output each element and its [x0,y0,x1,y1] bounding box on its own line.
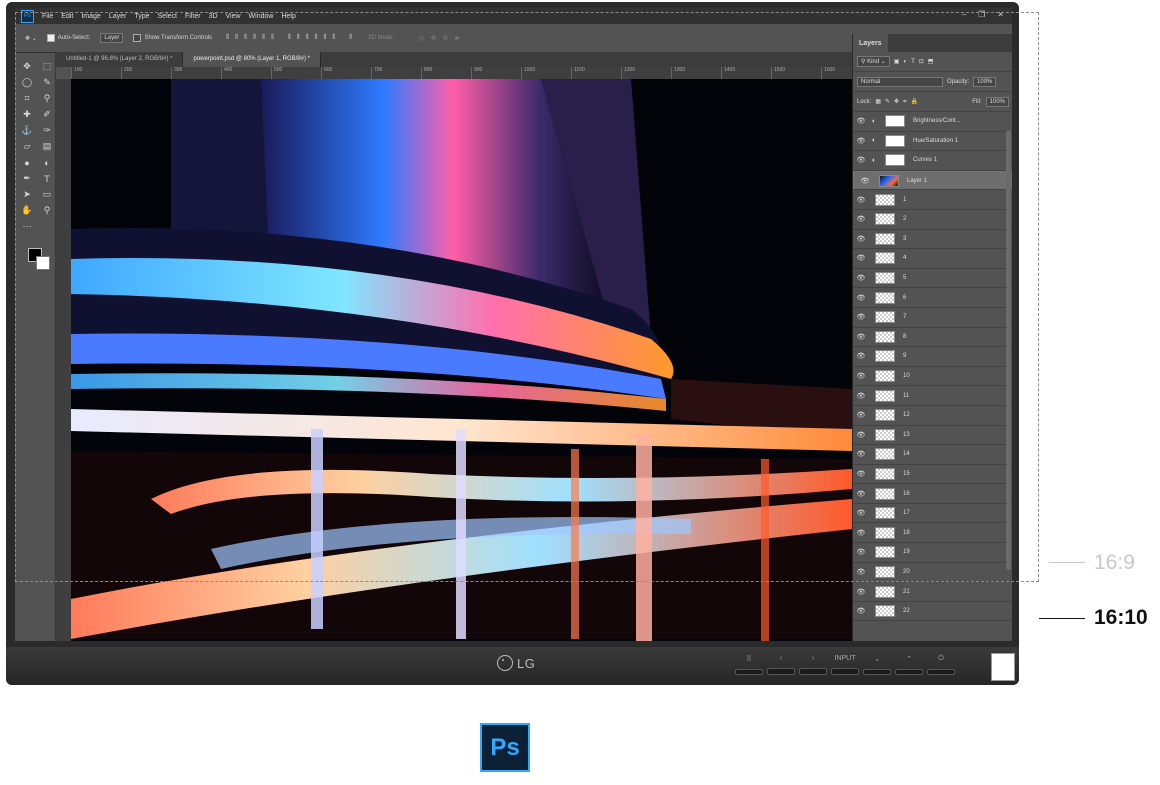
power-hw-button[interactable]: ⏻ [927,655,955,675]
photoshop-logo-text: Ps [490,733,520,761]
menu-hw-button[interactable]: ⠿ [735,655,763,675]
aspect-16-9-guide [15,12,1039,582]
visibility-eye-icon[interactable]: 👁 [853,607,869,615]
layer-thumbnail [875,605,895,618]
ratio-16-10-line [1039,618,1085,619]
ratio-16-9-label: 16:9 [1094,551,1135,574]
ratio-16-9-line [1049,562,1085,563]
layer-row[interactable]: 👁 21 [853,582,1012,602]
energy-star-logo [991,653,1015,681]
photoshop-logo: Ps [480,723,530,772]
visibility-eye-icon[interactable]: 👁 [853,588,869,596]
layer-thumbnail [875,585,895,598]
monitor-buttons: ⠿ ‹ › INPUT ⌄ ⌃ ⏻ [735,655,955,675]
lg-logo: LG [497,655,535,671]
lg-logo-icon [497,655,513,671]
right-hw-button[interactable]: › [799,655,827,675]
brand-label: LG [517,655,536,671]
ratio-16-10-label: 16:10 [1094,606,1148,629]
layer-name: 21 [903,588,910,595]
input-label: INPUT [834,655,856,662]
up-hw-button[interactable]: ⌃ [895,655,923,675]
layer-row[interactable]: 👁 22 [853,602,1012,622]
layer-name: 22 [903,608,910,615]
input-hw-button[interactable]: INPUT [831,655,859,675]
down-hw-button[interactable]: ⌄ [863,655,891,675]
left-hw-button[interactable]: ‹ [767,655,795,675]
